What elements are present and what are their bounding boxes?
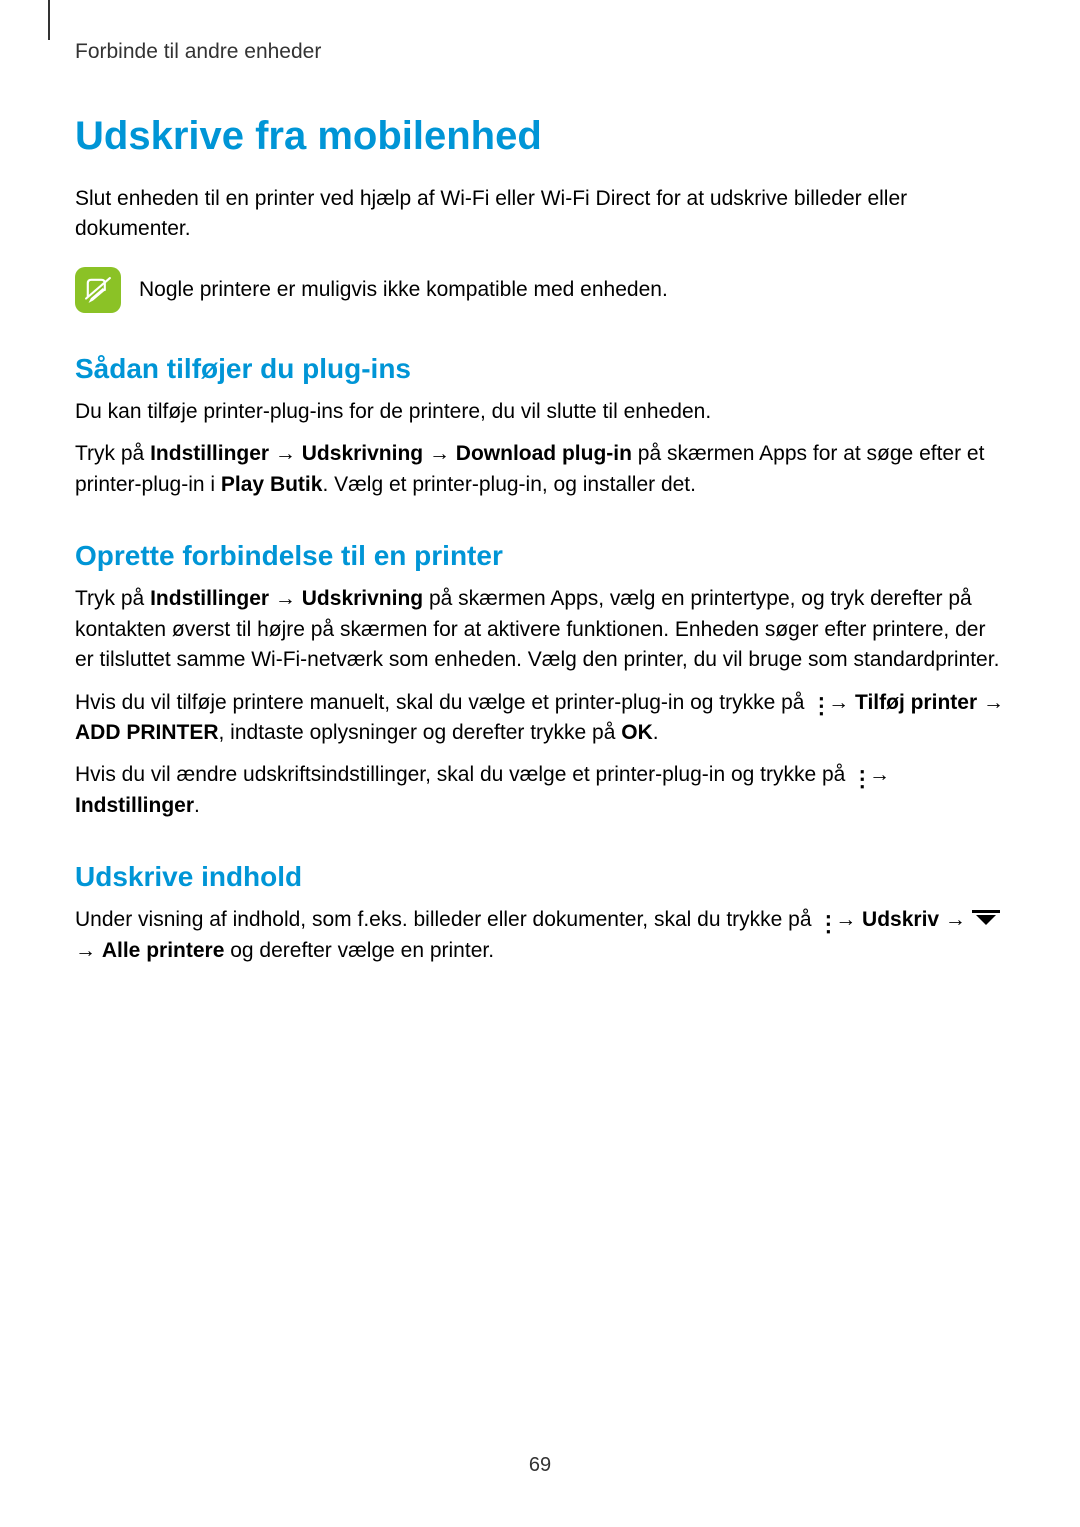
dropdown-icon xyxy=(972,905,1000,935)
more-options-icon xyxy=(851,765,863,785)
page-title: Udskrive fra mobilenhed xyxy=(75,114,1005,159)
connect-paragraph-1: Tryk på Indstillinger → Udskrivning på s… xyxy=(75,584,1005,675)
note-text: Nogle printere er muligvis ikke kompatib… xyxy=(139,278,668,302)
section-heading-connect: Oprette forbindelse til en printer xyxy=(75,540,1005,572)
note-block: Nogle printere er muligvis ikke kompatib… xyxy=(75,267,1005,313)
section-heading-plugins: Sådan tilføjer du plug-ins xyxy=(75,353,1005,385)
document-page: Forbinde til andre enheder Udskrive fra … xyxy=(0,0,1080,966)
more-options-icon xyxy=(817,910,829,930)
connect-paragraph-3: Hvis du vil ændre udskriftsindstillinger… xyxy=(75,760,1005,821)
note-icon xyxy=(75,267,121,313)
page-header: Forbinde til andre enheder xyxy=(75,40,1005,64)
section-heading-print: Udskrive indhold xyxy=(75,861,1005,893)
plugins-paragraph-1: Du kan tilføje printer-plug-ins for de p… xyxy=(75,397,1005,427)
connect-paragraph-2: Hvis du vil tilføje printere manuelt, sk… xyxy=(75,688,1005,749)
page-number: 69 xyxy=(0,1454,1080,1477)
print-paragraph: Under visning af indhold, som f.eks. bil… xyxy=(75,905,1005,966)
decorative-bar xyxy=(48,0,50,40)
more-options-icon xyxy=(810,692,822,712)
plugins-paragraph-2: Tryk på Indstillinger → Udskrivning → Do… xyxy=(75,439,1005,500)
intro-paragraph: Slut enheden til en printer ved hjælp af… xyxy=(75,184,1005,245)
